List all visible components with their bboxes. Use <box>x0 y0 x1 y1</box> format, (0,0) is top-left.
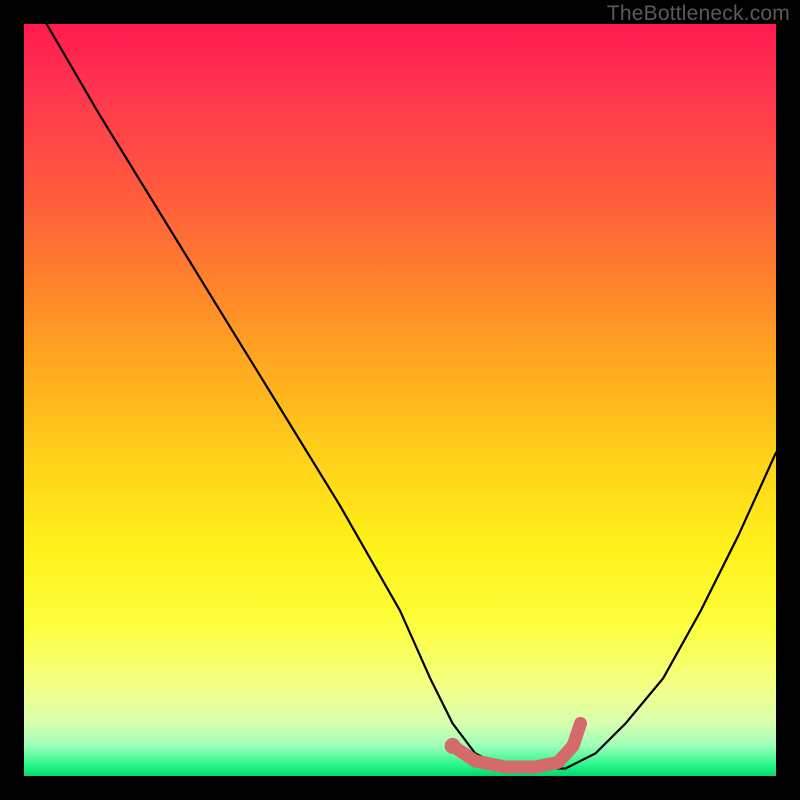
plot-area <box>24 24 776 776</box>
chart-frame: TheBottleneck.com <box>0 0 800 800</box>
watermark-text: TheBottleneck.com <box>607 2 790 26</box>
bottleneck-curve <box>47 24 776 769</box>
highlight-dot <box>445 738 461 754</box>
highlight-band <box>453 723 581 767</box>
chart-svg <box>24 24 776 776</box>
